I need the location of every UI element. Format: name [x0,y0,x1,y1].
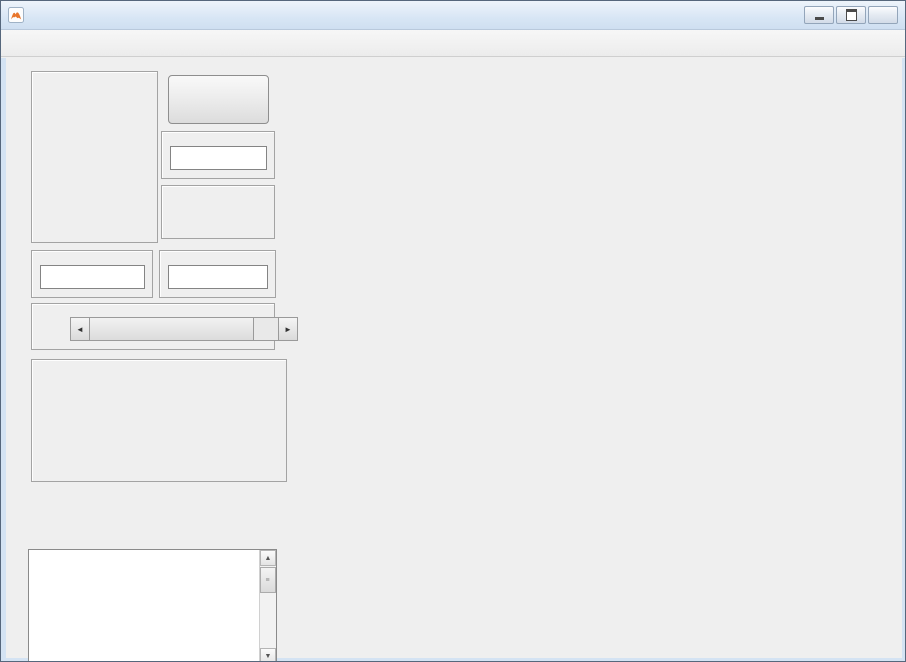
window-frame-right [902,58,906,662]
delta-value-group [161,131,275,179]
steps-field[interactable] [40,265,145,289]
steps-group [31,250,153,298]
slider-thumb[interactable] [89,317,254,341]
close-button[interactable] [868,6,898,24]
minimize-icon [815,17,824,20]
minimize-button[interactable] [804,6,834,24]
plot-type-listbox[interactable]: ▲ ≡ ▼ ◄ ||| ► [28,549,277,662]
window: ◄ ► ▲ ≡ ▼ ◄ ||| ► [0,0,906,662]
matlab-icon [8,7,24,23]
slider-left-arrow-icon[interactable]: ◄ [70,317,90,341]
atom-types-group [31,71,158,243]
slider-right-arrow-icon[interactable]: ► [278,317,298,341]
maximize-button[interactable] [836,6,866,24]
contour-plot-canvas[interactable] [339,72,879,613]
delta-value-field[interactable] [170,146,267,170]
toolbar [1,30,905,57]
vertical-scroll-thumb[interactable]: ≡ [260,567,276,593]
cutoff-group [159,250,276,298]
maximize-icon [846,9,857,21]
titlebar[interactable] [1,1,905,30]
update-button[interactable] [168,75,269,124]
scroll-down-icon[interactable]: ▼ [260,648,276,662]
cutoff-field[interactable] [168,265,268,289]
collision-angle-group: ◄ ► [31,303,275,350]
collision-angle-slider[interactable]: ◄ ► [70,317,298,341]
initial-conditions-group [31,359,287,482]
slider-track[interactable] [254,318,279,340]
calculation-type-group [161,185,275,239]
scroll-up-icon[interactable]: ▲ [260,550,276,566]
window-frame-left [1,58,6,662]
listbox-vertical-scrollbar[interactable]: ▲ ≡ ▼ [259,550,276,662]
